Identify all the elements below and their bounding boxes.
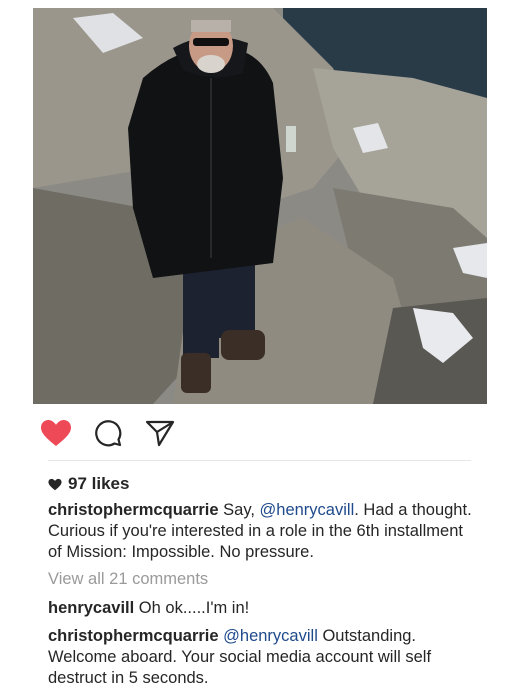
comment-text: Oh ok.....I'm in! (134, 599, 250, 617)
heart-filled-icon (41, 420, 71, 446)
likes-count[interactable]: 97 likes (48, 474, 129, 494)
view-all-comments-link[interactable]: View all 21 comments (48, 570, 208, 589)
comment-row: henrycavill Oh ok.....I'm in! (48, 598, 478, 619)
comment-mention[interactable]: @henrycavill (223, 627, 318, 645)
post-photo[interactable] (33, 8, 487, 404)
like-button[interactable] (40, 418, 72, 448)
comment-username[interactable]: henrycavill (48, 599, 134, 617)
share-button[interactable] (144, 418, 176, 448)
comment-username[interactable]: christophermcquarrie (48, 627, 219, 645)
comment-bubble-icon (95, 420, 122, 447)
paper-plane-icon (145, 420, 175, 447)
caption-username[interactable]: christophermcquarrie (48, 501, 219, 519)
divider (48, 460, 471, 461)
comment-row: christophermcquarrie @henrycavill Outsta… (48, 626, 478, 689)
post-caption: christophermcquarrie Say, @henrycavill. … (48, 500, 478, 563)
caption-text-before: Say, (218, 501, 260, 519)
post-actions (40, 418, 176, 448)
comment-button[interactable] (92, 418, 124, 448)
caption-mention[interactable]: @henrycavill (260, 501, 355, 519)
heart-small-icon (48, 478, 62, 490)
likes-label: 97 likes (68, 474, 130, 493)
